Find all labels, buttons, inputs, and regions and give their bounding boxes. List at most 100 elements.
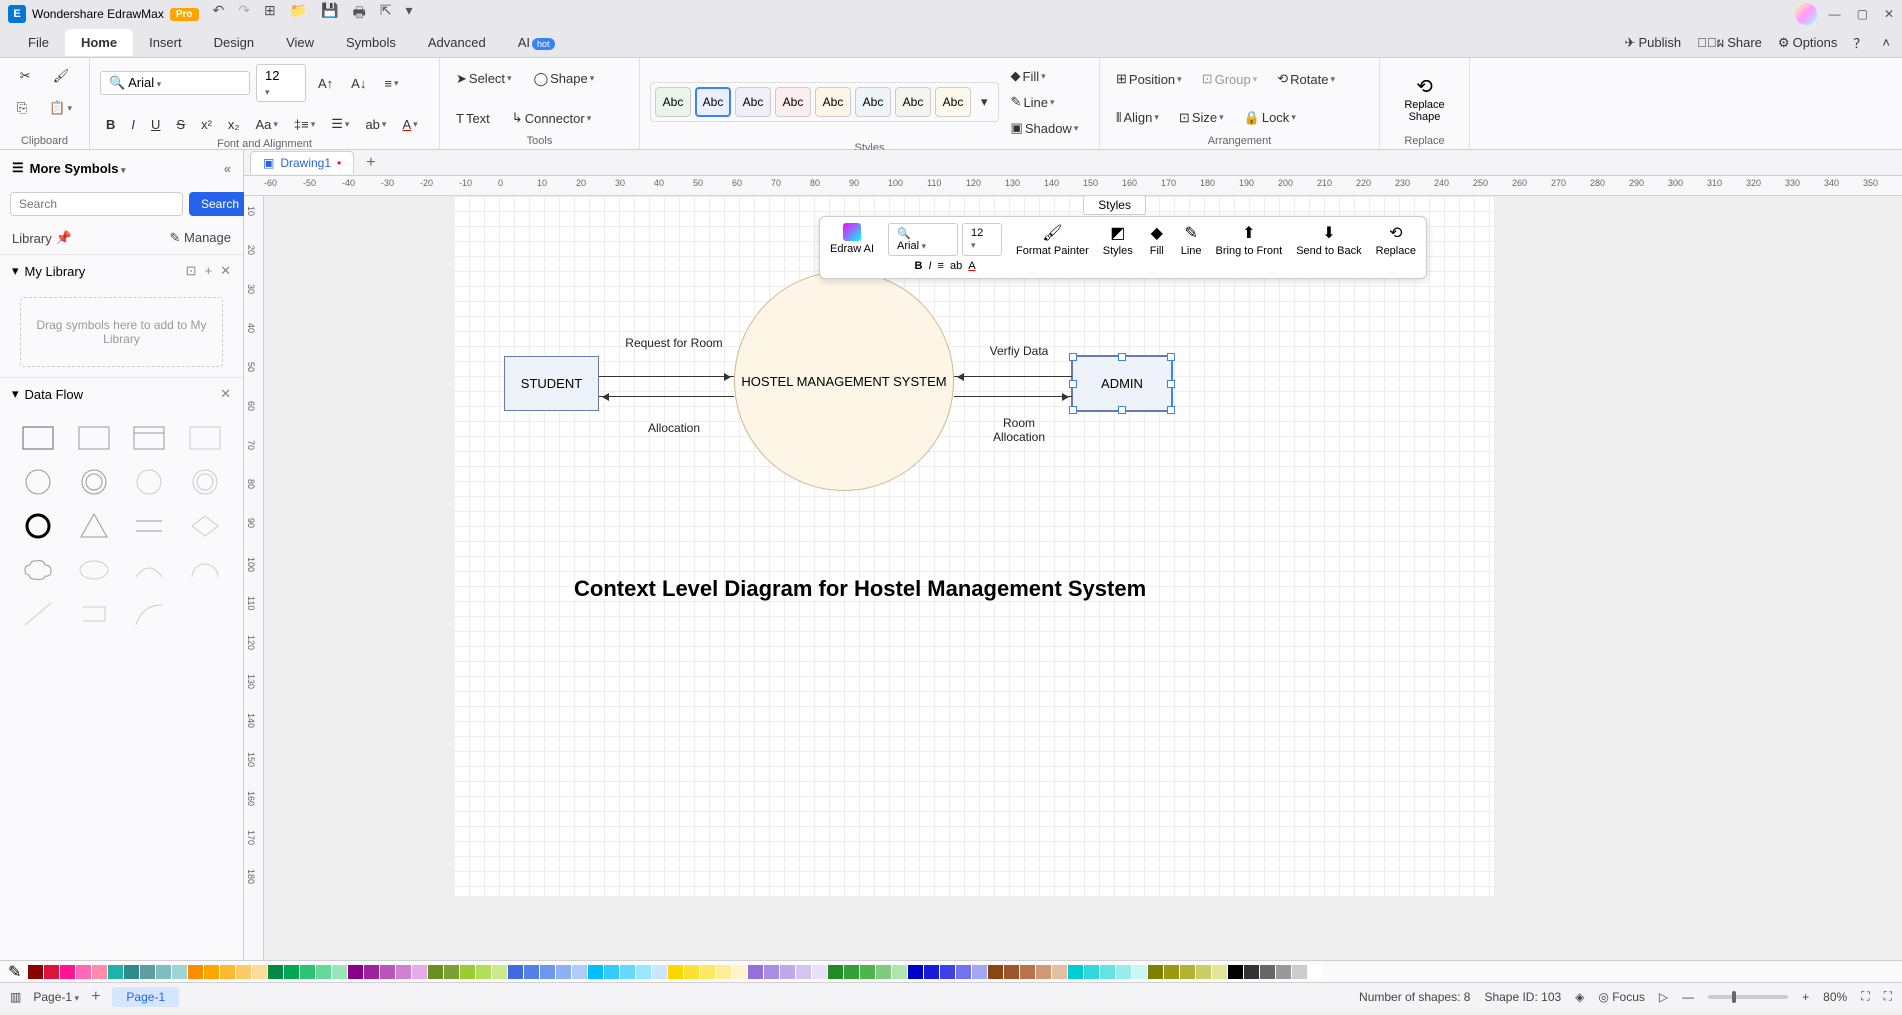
style-swatch-8[interactable]: Abc — [935, 87, 971, 117]
pin-icon[interactable]: 📌 — [56, 230, 72, 246]
arrow-verify[interactable] — [954, 376, 1072, 377]
color-swatch[interactable] — [364, 965, 379, 979]
line-spacing-icon[interactable]: ‡≡ — [288, 112, 321, 136]
increase-font-icon[interactable]: A↑ — [312, 72, 339, 95]
tab-symbols[interactable]: Symbols — [330, 29, 412, 56]
list-icon[interactable]: ☰ — [325, 112, 355, 136]
color-swatch[interactable] — [1196, 965, 1211, 979]
shape-line[interactable] — [14, 596, 62, 632]
color-swatch[interactable] — [1212, 965, 1227, 979]
lock-button[interactable]: 🔒 Lock — [1238, 106, 1302, 130]
color-swatch[interactable] — [268, 965, 283, 979]
style-swatch-3[interactable]: Abc — [735, 87, 771, 117]
style-swatch-5[interactable]: Abc — [815, 87, 851, 117]
style-swatch-2[interactable]: Abc — [695, 87, 731, 117]
color-swatch[interactable] — [1132, 965, 1147, 979]
style-swatch-7[interactable]: Abc — [895, 87, 931, 117]
color-swatch[interactable] — [940, 965, 955, 979]
color-swatch[interactable] — [732, 965, 747, 979]
style-swatch-6[interactable]: Abc — [855, 87, 891, 117]
tab-view[interactable]: View — [270, 29, 330, 56]
shape-ellipse[interactable] — [70, 552, 118, 588]
group-button[interactable]: ⊡ Group — [1196, 67, 1264, 91]
new-icon[interactable]: ⊞ — [264, 2, 276, 26]
shape-diamond[interactable] — [181, 508, 229, 544]
color-swatch[interactable] — [108, 965, 123, 979]
shape-circle2[interactable] — [126, 464, 174, 500]
copy-icon[interactable]: ⎘ — [11, 96, 33, 120]
color-swatch[interactable] — [844, 965, 859, 979]
color-swatch[interactable] — [332, 965, 347, 979]
color-swatch[interactable] — [572, 965, 587, 979]
chevron-down-icon[interactable]: ▾ — [12, 386, 19, 402]
cut-icon[interactable]: ✂ — [14, 64, 37, 88]
shape-center-process[interactable]: HOSTEL MANAGEMENT SYSTEM — [734, 271, 954, 491]
color-swatch[interactable] — [636, 965, 651, 979]
select-button[interactable]: ➤ Select — [450, 67, 518, 91]
color-swatch[interactable] — [1228, 965, 1243, 979]
presentation-icon[interactable]: ▷ — [1659, 990, 1668, 1004]
float-edraw-ai[interactable]: Edraw AI — [830, 223, 874, 255]
strike-icon[interactable]: S — [170, 112, 191, 136]
float-replace[interactable]: ⟲Replace — [1376, 223, 1416, 257]
color-swatch[interactable] — [876, 965, 891, 979]
chevron-down-icon[interactable]: ▾ — [12, 263, 19, 279]
color-swatch[interactable] — [396, 965, 411, 979]
line-button[interactable]: ✎ Line — [1005, 90, 1085, 114]
section-close-icon[interactable]: ✕ — [220, 386, 231, 402]
connector-button[interactable]: ↳ Connector — [506, 106, 597, 130]
float-line[interactable]: ✎Line — [1181, 223, 1202, 257]
float-fill[interactable]: ◆Fill — [1147, 223, 1167, 257]
export-icon[interactable]: ⇱ — [380, 2, 392, 26]
lib-close-icon[interactable]: ✕ — [220, 263, 231, 279]
color-swatch[interactable] — [1308, 965, 1323, 979]
font-family-select[interactable]: 🔍 Arial — [100, 71, 250, 95]
color-swatch[interactable] — [428, 965, 443, 979]
float-ab-icon[interactable]: ab — [950, 260, 962, 272]
share-button[interactable]: �ัผ Share — [1697, 32, 1762, 53]
color-swatch[interactable] — [1292, 965, 1307, 979]
tab-design[interactable]: Design — [198, 29, 270, 56]
tab-advanced[interactable]: Advanced — [412, 29, 502, 56]
minimize-icon[interactable]: — — [1829, 7, 1841, 21]
redo-icon[interactable]: ↷ — [238, 2, 250, 26]
font-color-icon[interactable]: A — [396, 112, 423, 136]
add-page-button[interactable]: + — [91, 988, 100, 1006]
color-swatch[interactable] — [556, 965, 571, 979]
fit-page-icon[interactable]: ⛶ — [1861, 989, 1869, 1004]
color-swatch[interactable] — [204, 965, 219, 979]
color-swatch[interactable] — [476, 965, 491, 979]
color-swatch[interactable] — [828, 965, 843, 979]
color-swatch[interactable] — [860, 965, 875, 979]
arrow-room-alloc[interactable] — [954, 396, 1072, 397]
print-icon[interactable]: 🖶 — [353, 2, 366, 26]
color-swatch[interactable] — [220, 965, 235, 979]
shape-student[interactable]: STUDENT — [504, 356, 599, 411]
shape-rect[interactable] — [14, 420, 62, 456]
eyedropper-icon[interactable]: ✎ — [8, 962, 21, 982]
color-swatch[interactable] — [1004, 965, 1019, 979]
symbol-search-button[interactable]: Search — [189, 192, 251, 216]
color-swatch[interactable] — [300, 965, 315, 979]
page-layout-icon[interactable]: ▥ — [10, 990, 21, 1004]
data-flow-label[interactable]: Data Flow — [25, 387, 84, 402]
shape-parallel-lines[interactable] — [126, 508, 174, 544]
color-swatch[interactable] — [764, 965, 779, 979]
text-direction-icon[interactable]: ab — [359, 112, 392, 136]
color-swatch[interactable] — [684, 965, 699, 979]
library-label[interactable]: Library — [12, 231, 52, 246]
rotate-button[interactable]: ⟲ Rotate — [1271, 67, 1341, 91]
shape-rect3[interactable] — [181, 420, 229, 456]
color-swatch[interactable] — [492, 965, 507, 979]
color-swatch[interactable] — [1052, 965, 1067, 979]
color-swatch[interactable] — [812, 965, 827, 979]
float-bring-front[interactable]: ⬆Bring to Front — [1216, 223, 1283, 257]
symbol-search-input[interactable] — [10, 192, 183, 216]
color-swatch[interactable] — [380, 965, 395, 979]
float-font-select[interactable]: 🔍 Arial — [888, 223, 958, 256]
italic-icon[interactable]: I — [125, 112, 141, 136]
label-verify[interactable]: Verfiy Data — [974, 344, 1064, 358]
label-room-alloc[interactable]: Room Allocation — [979, 416, 1059, 444]
color-swatch[interactable] — [652, 965, 667, 979]
color-swatch[interactable] — [60, 965, 75, 979]
